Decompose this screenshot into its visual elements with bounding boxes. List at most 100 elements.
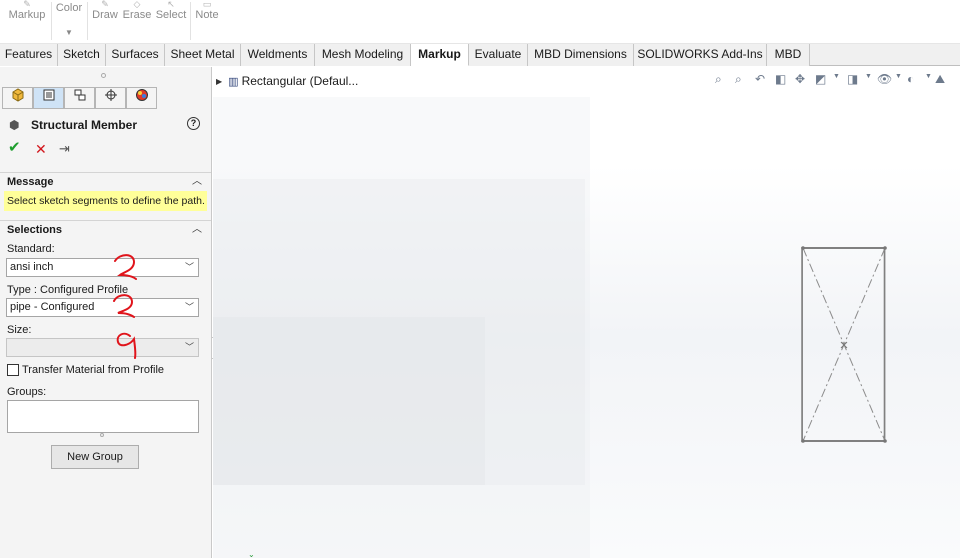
keep-visible-pin-icon[interactable]: ⇥ — [59, 141, 70, 157]
groups-list[interactable] — [7, 400, 199, 433]
transfer-material-label[interactable]: Transfer Material from Profile — [22, 363, 164, 377]
sketch-point — [801, 439, 805, 443]
tab-mbd[interactable]: MBD — [767, 44, 810, 66]
help-icon[interactable]: ? — [187, 117, 200, 130]
tab-solidworks-add-ins[interactable]: SOLIDWORKS Add-Ins — [634, 44, 767, 66]
edit-appearance-icon[interactable]: ◐ — [907, 71, 914, 87]
chevron-up-icon[interactable]: ︿ — [192, 173, 202, 191]
property-manager-title: Structural Member — [31, 118, 138, 132]
note-tool-label: Note — [195, 9, 219, 21]
view-triad-icon: ⌄ — [248, 550, 255, 558]
chevron-down-icon[interactable]: ▼ — [833, 73, 840, 80]
tab-markup[interactable]: Markup — [411, 44, 469, 66]
chevron-down-icon[interactable]: ﹀ — [185, 339, 194, 356]
ribbon-separator — [190, 2, 191, 40]
dimxpert-manager-tab-icon[interactable] — [95, 87, 126, 109]
select-tool-label: Select — [155, 9, 187, 21]
solidworks-window: ✎ Markup Color ▼ ✎ Draw ◇ Erase ↖ Select… — [0, 0, 960, 558]
tab-sheet-metal[interactable]: Sheet Metal — [165, 44, 241, 66]
message-box: Select sketch segments to define the pat… — [4, 191, 207, 211]
center-point-marker — [840, 341, 848, 349]
markup-tool-button[interactable]: ✎ Markup — [6, 0, 48, 44]
tab-mesh-modeling[interactable]: Mesh Modeling — [315, 44, 411, 66]
panel-grip-handle[interactable] — [101, 73, 106, 78]
markup-ribbon: ✎ Markup Color ▼ ✎ Draw ◇ Erase ↖ Select… — [0, 0, 960, 44]
color-tool-button[interactable]: Color — [53, 0, 85, 44]
draw-tool-button[interactable]: ✎ Draw — [90, 0, 120, 44]
chevron-down-icon[interactable]: ▼ — [925, 73, 932, 80]
tab-mbd-dimensions[interactable]: MBD Dimensions — [528, 44, 634, 66]
type-select[interactable]: pipe - Configured ﹀ — [6, 298, 199, 317]
draw-icon: ✎ — [101, 0, 109, 8]
display-style-icon[interactable]: ◨ — [847, 71, 858, 87]
red-annotation-marks — [113, 254, 137, 359]
feature-manager-tab-icon[interactable] — [2, 87, 33, 109]
groups-resize-handle[interactable] — [100, 433, 104, 437]
chevron-up-icon[interactable]: ︿ — [192, 221, 202, 239]
zoom-to-fit-icon[interactable]: ⌕ — [715, 71, 722, 87]
markup-tool-label: Markup — [8, 9, 46, 21]
previous-view-icon[interactable]: ↶ — [755, 71, 765, 87]
erase-tool-button[interactable]: ◇ Erase — [122, 0, 152, 44]
chevron-down-icon[interactable]: ﹀ — [185, 259, 194, 276]
note-icon: ▭ — [202, 0, 212, 8]
structural-member-icon: ⬢ — [9, 118, 20, 132]
pointer-icon: ↖ — [167, 0, 175, 8]
tab-weldments[interactable]: Weldments — [241, 44, 315, 66]
new-group-button[interactable]: New Group — [51, 445, 139, 469]
size-select[interactable]: ﹀ — [6, 338, 199, 357]
part-icon: ▥ — [228, 76, 239, 88]
eraser-icon: ◇ — [133, 0, 141, 8]
transfer-material-checkbox[interactable] — [7, 364, 19, 376]
property-manager-panel: ⬢ Structural Member ? ✔ ✕ ⇥ Message ︿ Se… — [0, 67, 212, 558]
sketch-point — [801, 246, 805, 250]
erase-tool-label: Erase — [122, 9, 152, 21]
draw-tool-label: Draw — [92, 9, 118, 21]
sketch-point — [883, 439, 887, 443]
heads-up-view-toolbar: ⌕ ⌕ ↶ ◧ ✥ ◩ ▼ ◨ ▼ 👁 ▼ ◐ ▼ ⛰ — [713, 71, 958, 87]
ribbon-separator — [51, 2, 52, 40]
annotation-stroke-1 — [114, 254, 137, 280]
sketch-rectangle[interactable] — [797, 243, 893, 447]
tab-features[interactable]: Features — [0, 44, 58, 66]
hide-show-items-icon[interactable]: 👁 — [877, 71, 892, 87]
type-select-value: pipe - Configured — [10, 301, 95, 313]
standard-select[interactable]: ansi inch ﹀ — [6, 258, 199, 277]
feature-tree-item[interactable]: Rectangular (Defaul... — [242, 74, 359, 88]
expand-arrow-icon[interactable]: ▶ — [216, 77, 222, 86]
standard-label: Standard: — [7, 243, 55, 255]
tab-evaluate[interactable]: Evaluate — [469, 44, 528, 66]
apply-scene-icon[interactable]: ⛰ — [935, 71, 945, 87]
selections-group-header[interactable]: Selections ︿ — [0, 220, 211, 238]
ribbon-separator — [87, 2, 88, 40]
message-group-header[interactable]: Message ︿ — [0, 172, 211, 190]
size-label: Size: — [7, 324, 32, 336]
selections-header-label: Selections — [7, 224, 63, 236]
ok-button[interactable]: ✔ — [8, 140, 21, 156]
graphics-area[interactable]: ▶ ▥ Rectangular (Defaul... ⌕ ⌕ ↶ ◧ ✥ ◩ ▼ ◨… — [213, 67, 960, 558]
faded-dialog-overlay — [213, 317, 485, 485]
note-tool-button[interactable]: ▭ Note — [193, 0, 221, 44]
cancel-button[interactable]: ✕ — [35, 141, 47, 157]
color-tool-label: Color — [55, 2, 83, 14]
command-manager-tabs: Features Sketch Surfaces Sheet Metal Wel… — [0, 44, 960, 66]
display-manager-tab-icon[interactable] — [126, 87, 157, 109]
tab-surfaces[interactable]: Surfaces — [106, 44, 165, 66]
chevron-down-icon[interactable]: ▼ — [865, 73, 872, 80]
view-orientation-icon[interactable]: ◩ — [815, 71, 826, 87]
sketch-point — [883, 246, 887, 250]
color-dropdown-icon[interactable]: ▼ — [65, 28, 73, 37]
section-view-icon[interactable]: ◧ — [775, 71, 786, 87]
chevron-down-icon[interactable]: ▼ — [895, 73, 902, 80]
annotation-stroke-2 — [113, 294, 135, 318]
chevron-down-icon[interactable]: ﹀ — [185, 299, 194, 316]
groups-label: Groups: — [7, 386, 47, 398]
dynamic-annotation-icon[interactable]: ✥ — [795, 71, 805, 87]
flyout-feature-tree[interactable]: ▶ ▥ Rectangular (Defaul... — [216, 73, 358, 89]
select-tool-button[interactable]: ↖ Select — [155, 0, 187, 44]
tab-sketch[interactable]: Sketch — [58, 44, 106, 66]
manager-tabs — [2, 87, 157, 109]
property-manager-tab-icon[interactable] — [33, 87, 64, 109]
configuration-manager-tab-icon[interactable] — [64, 87, 95, 109]
zoom-to-area-icon[interactable]: ⌕ — [735, 71, 742, 87]
